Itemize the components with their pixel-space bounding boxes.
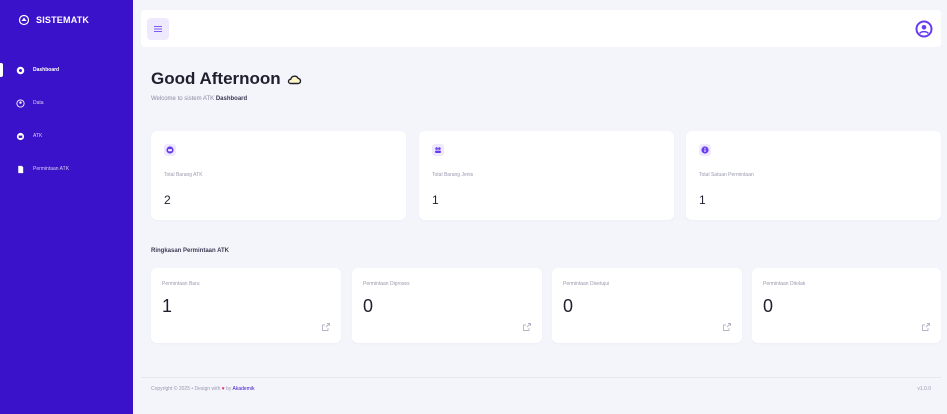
summary-card-disetujui: Permintaan Disetujui 0 [552, 268, 742, 343]
brand[interactable]: SISTEMATK [0, 0, 133, 40]
sidebar-item-label: Permintaan ATK [33, 166, 70, 172]
summary-label: Permintaan Diproses [363, 281, 410, 287]
users-icon [435, 147, 441, 153]
stat-card-barang: Total Barang ATK 2 [151, 131, 406, 220]
box-icon [16, 132, 25, 140]
sidebar-item-data[interactable]: Data [0, 93, 133, 113]
stat-badge [432, 144, 444, 156]
stat-card-satuan: Total Satuan Permintaan 1 [686, 131, 941, 220]
box-icon [166, 146, 174, 154]
greeting: Good Afternoon Welcome to sistem ATK Das… [151, 69, 302, 102]
sidebar-nav: Dashboard Data ATK Permintaan ATK [0, 60, 133, 179]
sidebar-item-label: Dashboard [33, 67, 60, 73]
external-link-icon[interactable] [522, 322, 532, 332]
external-link-icon[interactable] [321, 322, 331, 332]
footer-version: v1.0.0 [917, 385, 931, 392]
heart-icon: ♥ [221, 385, 225, 392]
stat-label: Total Satuan Permintaan [699, 172, 754, 178]
document-icon [18, 165, 24, 173]
stat-value: 2 [164, 193, 171, 207]
subtitle-prefix: Welcome to sistem ATK [151, 96, 215, 102]
footer: Copyright © 2025 • Design with ♥ by Akad… [141, 377, 941, 399]
summary-card-diproses: Permintaan Diproses 0 [352, 268, 542, 343]
home-icon [16, 66, 25, 74]
stat-value: 1 [699, 193, 706, 207]
external-link-icon[interactable] [921, 322, 931, 332]
summary-value: 1 [162, 296, 173, 316]
stat-card-jenis: Total Barang Jenis 1 [419, 131, 674, 220]
greeting-subtitle: Welcome to sistem ATK Dashboard [151, 96, 302, 102]
summary-value: 0 [763, 296, 774, 316]
summary-card-baru: Permintaan Baru 1 [151, 268, 341, 343]
external-link-icon[interactable] [722, 322, 732, 332]
summary-label: Permintaan Ditolak [763, 281, 806, 287]
brand-name: SISTEMATK [36, 15, 90, 25]
topbar [141, 10, 941, 47]
subtitle-bold: Dashboard [215, 96, 248, 102]
stat-badge [699, 144, 711, 156]
stat-label: Total Barang ATK [164, 172, 203, 178]
page-title: Good Afternoon [151, 69, 302, 89]
menu-toggle-button[interactable] [147, 17, 169, 40]
sidebar-item-dashboard[interactable]: Dashboard [0, 60, 133, 80]
sidebar-item-permintaan-atk[interactable]: Permintaan ATK [0, 159, 133, 179]
summary-label: Permintaan Disetujui [563, 281, 610, 287]
section-title: Ringkasan Permintaan ATK [151, 248, 230, 254]
summary-card-ditolak: Permintaan Ditolak 0 [752, 268, 941, 343]
sidebar-item-atk[interactable]: ATK [0, 126, 133, 146]
sidebar: SISTEMATK Dashboard Data ATK Permintaan … [0, 0, 133, 414]
cloud-sun-icon [287, 75, 301, 85]
avatar[interactable] [915, 20, 933, 38]
by-text: by [226, 385, 232, 392]
stat-label: Total Barang Jenis [432, 172, 474, 178]
greeting-title: Good Afternoon [151, 69, 281, 88]
summary-value: 0 [363, 296, 374, 316]
info-icon [701, 146, 709, 154]
footer-copyright: Copyright © 2025 • Design with ♥ by Akad… [151, 386, 254, 392]
author-link[interactable]: Akademik [233, 386, 255, 392]
stat-value: 1 [432, 193, 439, 207]
user-circle-icon [915, 20, 933, 37]
copyright-text: Copyright © 2025 • Design with [151, 385, 221, 392]
stat-badge [164, 144, 176, 156]
logo-icon [18, 14, 30, 26]
sidebar-item-label: Data [33, 100, 44, 106]
summary-value: 0 [563, 296, 574, 316]
menu-icon [154, 25, 162, 32]
sidebar-item-label: ATK [33, 133, 43, 139]
summary-label: Permintaan Baru [162, 281, 200, 287]
user-icon [16, 98, 25, 108]
